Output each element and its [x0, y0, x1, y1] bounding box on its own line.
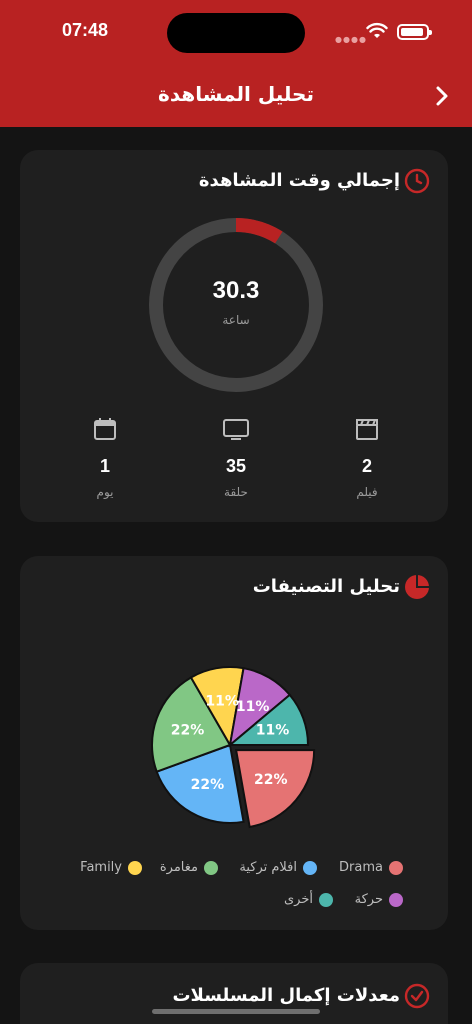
watch-time-card: إجمالي وقت المشاهدة 30.3 ساعة 1 يوم 35 ح…: [20, 150, 448, 522]
legend-label: افلام تركية: [239, 860, 297, 875]
legend-label: Family: [80, 860, 122, 875]
legend-dot: [319, 892, 333, 907]
check-circle-icon: [404, 983, 430, 1009]
pie-slice-label: 22%: [191, 777, 225, 793]
stat-episodes-value: 35: [225, 456, 247, 476]
pie-slice-label: 11%: [256, 723, 290, 739]
calendar-icon: [94, 418, 116, 440]
stat-episodes-label: حلقة: [224, 485, 248, 499]
pie-slice-label: 11%: [236, 699, 270, 715]
app-header: 07:48 ●●●● تحليل المشاهدة: [0, 0, 472, 127]
legend-dot: [128, 860, 142, 875]
pie-chart-icon: [405, 575, 429, 599]
stat-movies: 2 فيلم: [327, 416, 407, 499]
tv-icon: [223, 419, 249, 440]
genres-card: تحليل التصنيفات 22% 22% 22% 11% 11% 11% Drama…: [20, 556, 448, 930]
genres-title: تحليل التصنيفات: [252, 576, 400, 597]
total-hours-value: 30.3: [212, 277, 260, 304]
legend-item-drama: Drama: [339, 860, 403, 875]
total-hours-unit: ساعة: [222, 313, 250, 327]
legend-item-family: Family: [80, 860, 142, 875]
pie-slice-label: 22%: [171, 723, 205, 739]
stat-movies-value: 2: [361, 456, 372, 476]
clapperboard-icon: [356, 419, 378, 440]
pie-slice-label: 11%: [205, 693, 239, 709]
watch-time-title: إجمالي وقت المشاهدة: [198, 170, 400, 191]
legend-item-other: أخرى: [284, 892, 333, 907]
stat-days-value: 1: [99, 456, 110, 476]
legend-dot: [389, 892, 403, 907]
legend-item-action: حركة: [355, 892, 403, 907]
legend-label: أخرى: [284, 892, 313, 907]
stat-days: 1 يوم: [65, 416, 145, 499]
battery-icon: [397, 24, 432, 40]
legend-item-adventure: مغامرة: [160, 860, 218, 875]
stat-movies-label: فيلم: [356, 485, 378, 499]
legend-label: Drama: [339, 860, 383, 875]
pie-slice-label: 22%: [254, 772, 288, 788]
page-title: تحليل المشاهدة: [158, 82, 314, 106]
genre-pie-chart: 22% 22% 22% 11% 11% 11%: [150, 650, 340, 840]
clock-icon: [404, 168, 430, 194]
completion-card: معدلات إكمال المسلسلات: [20, 963, 448, 1024]
completion-title: معدلات إكمال المسلسلات: [172, 985, 400, 1006]
pie-slice: [234, 749, 316, 829]
signal-icon: ●●●●: [335, 35, 367, 44]
wifi-icon: [366, 22, 388, 38]
legend-label: حركة: [354, 892, 383, 907]
status-time: 07:48: [62, 20, 109, 40]
stat-days-label: يوم: [96, 485, 114, 499]
home-indicator: [152, 1009, 320, 1014]
chevron-right-icon[interactable]: [430, 84, 454, 108]
dynamic-island: [167, 13, 305, 53]
legend-item-turkish: افلام تركية: [239, 860, 317, 875]
legend-dot: [204, 860, 218, 875]
watch-time-ring: 30.3 ساعة: [148, 217, 324, 393]
legend-dot: [303, 860, 317, 875]
legend-label: مغامرة: [159, 860, 198, 875]
stat-episodes: 35 حلقة: [196, 416, 276, 499]
legend-dot: [389, 860, 403, 875]
